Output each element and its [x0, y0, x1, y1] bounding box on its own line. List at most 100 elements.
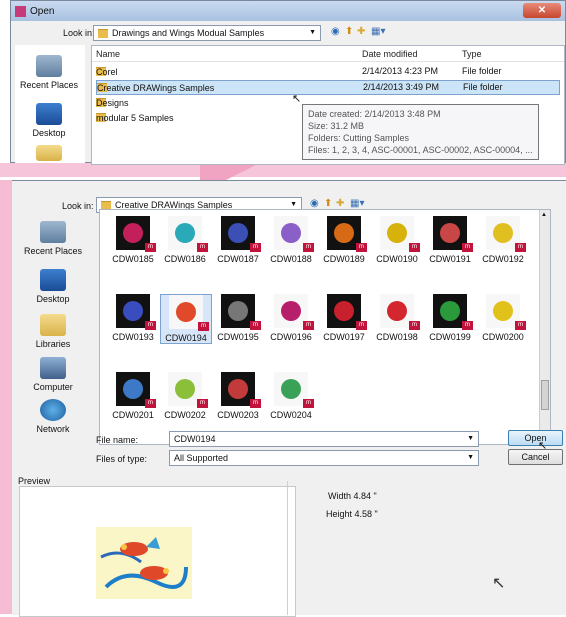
thumbnail-label: CDW0196 — [270, 332, 312, 342]
app-badge-icon: m — [145, 243, 156, 252]
design-thumbnail-image: m — [274, 294, 314, 330]
network-icon — [40, 399, 66, 421]
look-in-value: Drawings and Wings Modual Samples — [112, 28, 265, 38]
thumbnail-item[interactable]: m CDW0197 — [319, 294, 369, 342]
thumbnail-label: CDW0198 — [376, 332, 418, 342]
item-name: Corel — [96, 67, 118, 77]
thumbnail-item[interactable]: m CDW0192 — [478, 216, 528, 264]
design-shape — [493, 223, 513, 243]
preview-pane — [19, 486, 296, 617]
thumbnail-item[interactable]: m CDW0189 — [319, 216, 369, 264]
thumbnail-item[interactable]: m CDW0203 — [213, 372, 263, 420]
thumbnail-item[interactable]: m CDW0193 — [108, 294, 158, 342]
nav-pane: Recent Places Desktop Libraries Computer… — [12, 211, 94, 443]
new-folder-icon[interactable]: ✚ — [357, 26, 365, 37]
libraries-icon — [36, 145, 62, 161]
thumbnail-label: CDW0200 — [482, 332, 524, 342]
thumbnail-item[interactable]: m CDW0190 — [372, 216, 422, 264]
thumbnail-label: CDW0189 — [323, 254, 365, 264]
item-name: modular 5 Samples — [96, 113, 174, 123]
design-shape — [228, 301, 248, 321]
thumbnail-label: CDW0201 — [112, 410, 154, 420]
thumbnail-grid: m CDW0185 m CDW0186 m CDW0187 m CDW0188 m CDW0189… — [99, 209, 551, 445]
close-button[interactable]: ✕ — [523, 3, 561, 18]
thumbnail-item[interactable]: m CDW0198 — [372, 294, 422, 342]
nav-recent-places[interactable]: Recent Places — [23, 221, 83, 256]
nav-libraries[interactable] — [19, 145, 79, 164]
libraries-icon — [40, 314, 66, 336]
design-thumbnail-image: m — [274, 216, 314, 252]
column-date[interactable]: Date modified — [362, 49, 418, 59]
app-badge-icon: m — [145, 321, 156, 330]
tooltip-line: Files: 1, 2, 3, 4, ASC-00001, ASC-00002,… — [308, 145, 533, 155]
file-name-field[interactable]: CDW0194 ▼ — [169, 431, 479, 447]
design-shape — [123, 301, 143, 321]
thumbnail-label: CDW0186 — [164, 254, 206, 264]
design-thumbnail-image: m — [327, 294, 367, 330]
app-badge-icon: m — [462, 243, 473, 252]
list-item[interactable]: Corel 2/14/2013 4:23 PM File folder — [96, 65, 560, 78]
design-shape — [387, 301, 407, 321]
app-badge-icon: m — [250, 243, 261, 252]
scroll-up-icon[interactable]: ▲ — [541, 212, 547, 218]
design-shape — [334, 301, 354, 321]
design-thumbnail-image: m — [486, 294, 526, 330]
thumbnail-label: CDW0191 — [429, 254, 471, 264]
nav-desktop[interactable]: Desktop — [19, 103, 79, 138]
thumbnail-item[interactable]: m CDW0199 — [425, 294, 475, 342]
computer-icon — [40, 357, 66, 379]
nav-computer[interactable]: Computer — [23, 357, 83, 392]
app-badge-icon: m — [356, 321, 367, 330]
column-type[interactable]: Type — [462, 49, 482, 59]
nav-libraries[interactable]: Libraries — [23, 314, 83, 349]
design-thumbnail-image: m — [221, 294, 261, 330]
thumbnail-item[interactable]: m CDW0185 — [108, 216, 158, 264]
files-of-type-combo[interactable]: All Supported ▼ — [169, 450, 479, 466]
cancel-button[interactable]: Cancel — [508, 449, 563, 465]
nav-recent-places[interactable]: Recent Places — [19, 55, 79, 90]
thumbnail-item[interactable]: m CDW0202 — [160, 372, 210, 420]
thumbnail-item[interactable]: m CDW0204 — [266, 372, 316, 420]
nav-desktop[interactable]: Desktop — [23, 269, 83, 304]
look-in-combo[interactable]: Drawings and Wings Modual Samples ▼ — [93, 25, 321, 41]
up-folder-icon[interactable]: ⬆ — [324, 198, 332, 209]
thumbnail-item[interactable]: m CDW0191 — [425, 216, 475, 264]
item-type: File folder — [463, 82, 503, 92]
design-thumbnail-image: m — [169, 295, 209, 331]
new-folder-icon[interactable]: ✚ — [336, 198, 344, 209]
app-badge-icon: m — [409, 243, 420, 252]
up-folder-icon[interactable]: ⬆ — [345, 26, 353, 37]
scrollbar-thumb[interactable] — [541, 380, 549, 410]
width-text: Width 4.84 " — [328, 491, 377, 501]
vertical-scrollbar[interactable]: ▲ ▼ — [539, 210, 550, 444]
design-shape — [493, 301, 513, 321]
preview-image — [96, 527, 192, 599]
design-thumbnail-image: m — [116, 372, 156, 408]
recent-places-icon — [36, 55, 62, 77]
thumbnail-item[interactable]: m CDW0187 — [213, 216, 263, 264]
thumbnail-item[interactable]: m CDW0195 — [213, 294, 263, 342]
thumbnail-item[interactable]: m CDW0188 — [266, 216, 316, 264]
nav-label: Network — [36, 424, 70, 434]
nav-network[interactable]: Network — [23, 399, 83, 434]
open-button[interactable]: Open — [508, 430, 563, 446]
file-name-label: File name: — [96, 435, 139, 445]
thumbnail-item[interactable]: m CDW0201 — [108, 372, 158, 420]
thumbnail-item[interactable]: m CDW0194 — [160, 294, 212, 344]
column-name[interactable]: Name — [96, 49, 120, 59]
nav-label: Libraries — [35, 339, 71, 349]
thumbnail-item[interactable]: m CDW0186 — [160, 216, 210, 264]
app-icon — [15, 5, 26, 17]
back-icon[interactable]: ◉ — [331, 26, 340, 37]
list-item-selected[interactable]: Creative DRAWings Samples 2/14/2013 3:49… — [96, 80, 560, 95]
app-badge-icon: m — [303, 321, 314, 330]
folder-icon — [98, 28, 108, 38]
design-thumbnail-image: m — [116, 216, 156, 252]
view-menu-icon[interactable]: ▦▾ — [371, 26, 385, 37]
thumbnail-item[interactable]: m CDW0196 — [266, 294, 316, 342]
view-menu-icon[interactable]: ▦▾ — [350, 198, 364, 209]
back-icon[interactable]: ◉ — [310, 198, 319, 209]
chevron-down-icon: ▼ — [467, 435, 474, 442]
look-in-label: Look in: — [62, 201, 94, 211]
thumbnail-item[interactable]: m CDW0200 — [478, 294, 528, 342]
